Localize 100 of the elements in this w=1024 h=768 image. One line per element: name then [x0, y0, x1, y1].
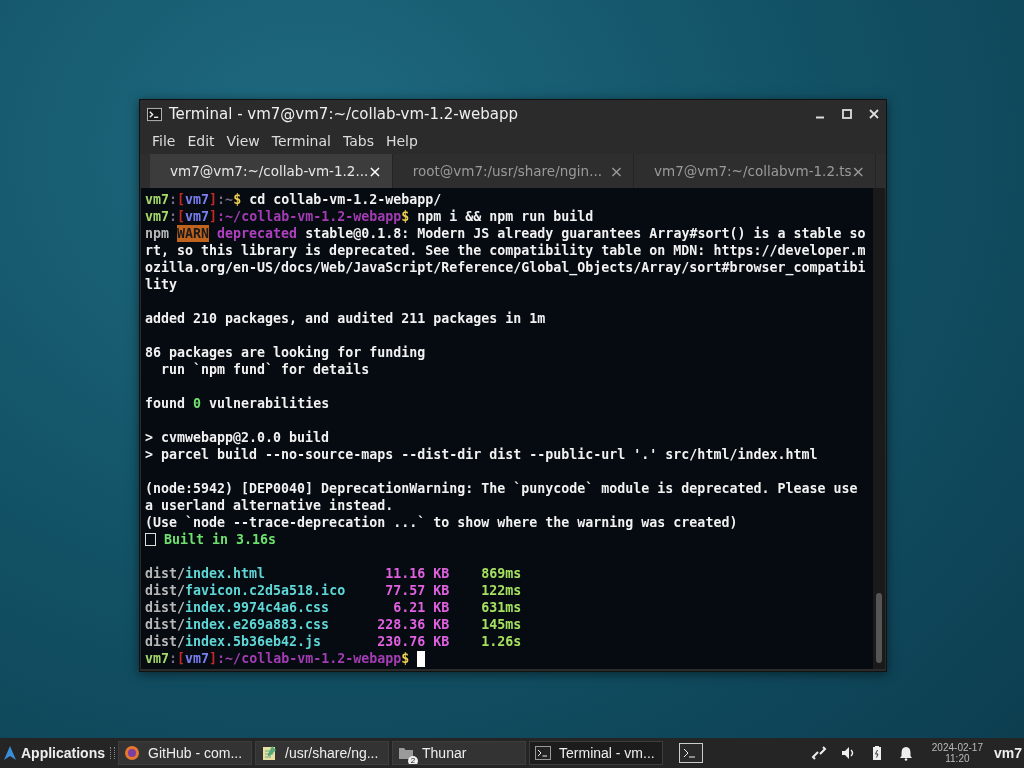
terminal-text: :~ [217, 191, 234, 208]
terminal-text: index.9974c4a6.css [185, 599, 330, 616]
menu-item[interactable]: Help [379, 133, 424, 149]
terminal-text: 228.36 KB [377, 616, 450, 633]
terminal-text: $ [233, 191, 242, 208]
terminal-text: 230.76 KB [377, 633, 450, 650]
user-name[interactable]: vm7 [993, 745, 1024, 761]
terminal-text: [ [177, 208, 186, 225]
menu-item[interactable]: Terminal [265, 133, 337, 149]
terminal-text: 122ms [481, 582, 523, 599]
terminal-text: 145ms [481, 616, 523, 633]
folder-icon [398, 745, 414, 761]
terminal-text: lity [145, 276, 178, 293]
terminal-text: ] [209, 650, 218, 667]
terminal-text: : [169, 208, 178, 225]
time-text: 11:20 [945, 753, 970, 764]
applications-menu-button[interactable]: Applications [0, 738, 107, 768]
terminal-text: 631ms [481, 599, 523, 616]
count-badge: 2 [408, 756, 418, 764]
missing-glyph-icon [145, 533, 156, 546]
tab-close-button[interactable]: × [609, 161, 624, 181]
terminal-text: dist/ [145, 599, 186, 616]
window-title: Terminal - vm7@vm7:~/collab-vm-1.2-webapp [169, 105, 518, 123]
terminal-text: run `npm fund` for details [160, 361, 370, 378]
terminal-text: :~/collab-vm-1.2-webapp [217, 650, 402, 667]
notification-bell-icon[interactable] [897, 745, 914, 761]
terminal-launcher-icon[interactable] [679, 743, 703, 763]
terminal-text: index.html [185, 565, 266, 582]
terminal-text: Built in 3.16s [163, 531, 277, 548]
terminal-text: found [145, 395, 187, 412]
terminal-text: npm [145, 225, 171, 242]
terminal-text: : [169, 191, 178, 208]
terminal-text: vm7 [145, 650, 170, 667]
terminal-text: ozilla.org/en-US/docs/Web/JavaScript/Reference/Global_Objects/Array/sort#browser_compatibi [145, 259, 866, 276]
terminal-text: deprecated [216, 225, 298, 242]
terminal-text: ] [209, 208, 218, 225]
terminal-text: stable@0.1.8: Modern JS already guarantees Array#sort() is a stable so [304, 225, 866, 242]
tab-close-button[interactable]: × [368, 161, 382, 181]
panel-handle[interactable] [110, 747, 115, 759]
taskbar-button[interactable]: Terminal - vm... [529, 741, 663, 765]
terminal-text: npm i && npm run build [416, 208, 594, 225]
terminal-text: 11.16 KB [385, 565, 450, 582]
close-icon[interactable] [868, 108, 880, 120]
terminal-text: [ [177, 191, 186, 208]
taskbar-button[interactable]: GitHub - com... [118, 741, 252, 765]
logo-icon [2, 745, 18, 761]
tab-label: vm7@vm7:~/collab-vm-1.2... [170, 163, 369, 179]
browser-icon [124, 745, 140, 761]
terminal-text: vm7 [185, 191, 210, 208]
terminal-text: $ [401, 650, 410, 667]
volume-icon[interactable] [839, 745, 856, 761]
terminal-text: a userland alternative instead. [145, 497, 394, 514]
terminal-text: : [169, 650, 178, 667]
tab-label: root@vm7:/usr/share/ngin... [412, 163, 603, 179]
menu-item[interactable]: File [146, 133, 182, 149]
terminal-text: 86 packages are looking for funding [145, 344, 426, 361]
terminal-text: dist/ [145, 633, 186, 650]
menu-item[interactable]: View [220, 133, 266, 149]
scrollbar[interactable] [873, 188, 885, 669]
terminal-text: index.e269a883.css [185, 616, 330, 633]
terminal-text: 0 [193, 395, 202, 412]
terminal-text: > parcel build --no-source-maps --dist-dir dist --public-url '.' src/html/index.html [145, 446, 818, 463]
terminal-text: dist/ [145, 616, 186, 633]
menu-item[interactable]: Edit [181, 133, 221, 149]
taskbar-button[interactable]: /usr/share/ng... [255, 741, 389, 765]
terminal-text: :~/collab-vm-1.2-webapp [217, 208, 402, 225]
terminal-text: dist/ [145, 582, 186, 599]
tab-close-button[interactable]: × [851, 161, 865, 181]
terminal-icon [535, 745, 551, 761]
terminal-text: $ [401, 208, 410, 225]
terminal-tab[interactable]: vm7@vm7:~/collab-vm-1.2...× [150, 154, 393, 188]
terminal-text: vm7 [185, 650, 210, 667]
terminal-text: index.5b36eb42.js [185, 633, 322, 650]
notepad-icon [261, 745, 277, 761]
menu-item[interactable]: Tabs [336, 133, 380, 149]
taskbar-button[interactable]: 2 Thunar [392, 741, 526, 765]
terminal-text: 6.21 KB [393, 599, 450, 616]
network-icon[interactable] [810, 745, 827, 761]
terminal-text: added 210 packages, and audited 211 packages in 1m [145, 310, 546, 327]
terminal-text: dist/ [145, 565, 186, 582]
terminal-text: vm7 [185, 208, 210, 225]
terminal-text: 77.57 KB [385, 582, 450, 599]
terminal-icon [146, 106, 163, 122]
terminal-text: > cvmwebapp@2.0.0 build [145, 429, 330, 446]
maximize-icon[interactable] [841, 108, 853, 120]
tab-label: vm7@vm7:~/collabvm-1.2.ts [654, 163, 852, 179]
terminal-text: (node:5942) [DEP0040] DeprecationWarning: The `punycode` module is deprecated. Please use [145, 480, 858, 497]
terminal-text: 1.26s [481, 633, 523, 650]
terminal-text: vm7 [145, 208, 170, 225]
terminal-text: vulnerabilities [208, 395, 330, 412]
terminal-text: favicon.c2d5a518.ico [185, 582, 346, 599]
terminal-text: cd collab-vm-1.2-webapp/ [248, 191, 442, 208]
terminal-text: WARN [177, 225, 210, 242]
terminal-text: rt, so this library is deprecated. See the compatibility table on MDN: https://developer.m [145, 242, 866, 259]
terminal-text: (Use `node --trace-deprecation ...` to show where the warning was created) [145, 514, 738, 531]
terminal-text: [ [177, 650, 186, 667]
date-text: 2024-02-17 [931, 742, 983, 753]
terminal-text: ] [209, 191, 218, 208]
terminal-text: 869ms [481, 565, 523, 582]
terminal-text: vm7 [145, 191, 170, 208]
